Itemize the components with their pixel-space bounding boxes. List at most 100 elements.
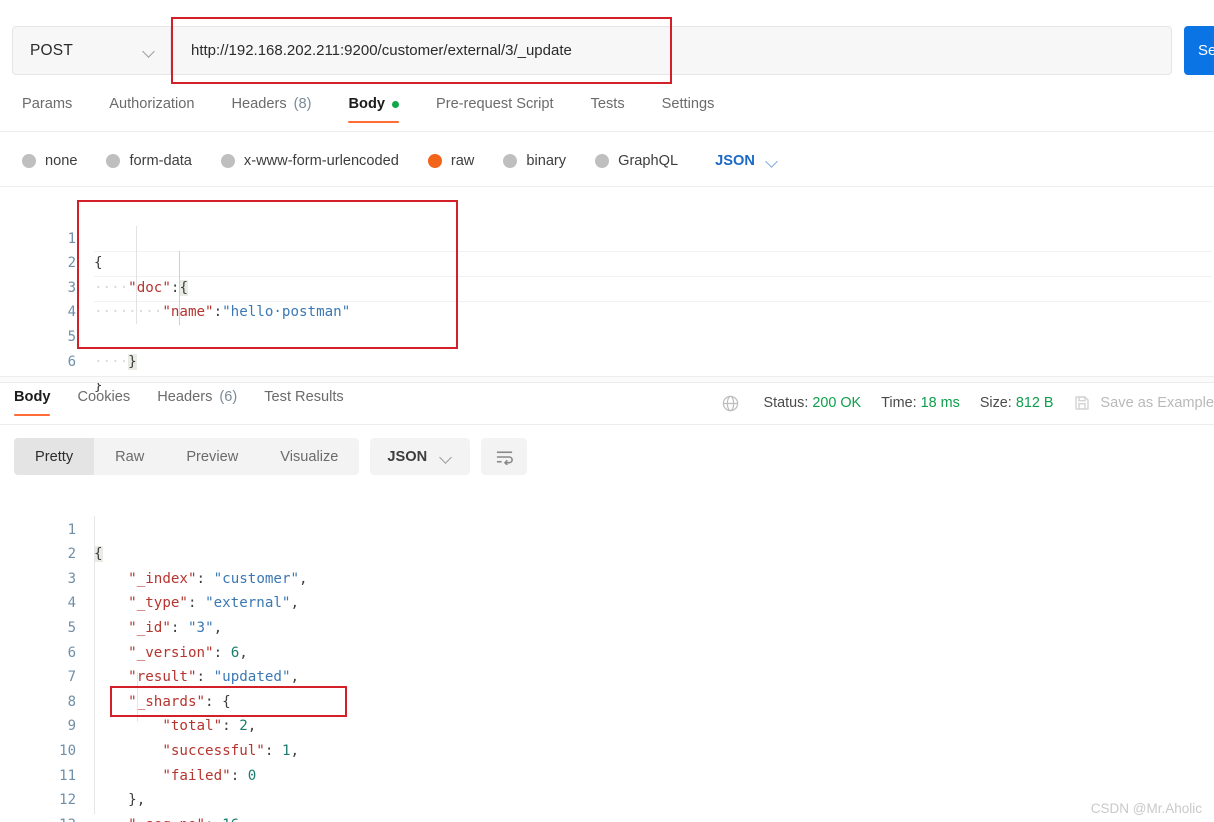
size-value: 812 B <box>1015 395 1054 411</box>
body-type-binary[interactable]: binary <box>503 153 566 169</box>
code-line: 4 <box>32 276 1212 320</box>
response-tab-body[interactable]: Body <box>14 389 51 416</box>
radio-label: raw <box>450 153 475 169</box>
status-badge: Status: 200 OK <box>764 395 862 411</box>
radio-label: x-www-form-urlencoded <box>243 153 399 169</box>
http-method-label: POST <box>30 41 74 59</box>
radio-icon <box>595 154 610 168</box>
tab-label: Settings <box>661 96 715 112</box>
body-type-graphql[interactable]: GraphQL <box>595 153 678 169</box>
tab-label: Params <box>22 96 73 112</box>
body-present-dot-icon <box>391 100 399 108</box>
radio-icon <box>220 154 235 168</box>
tab-params[interactable]: Params <box>22 96 72 123</box>
tab-label: Tests <box>590 96 625 112</box>
word-wrap-button[interactable] <box>481 438 528 475</box>
code-line: 3 "_type": "external", <box>32 542 1212 612</box>
code-line: 9 "successful": 1, <box>32 690 1212 759</box>
code-line: 5 "_version": 6, <box>32 591 1212 661</box>
code-line: 11 }, <box>32 739 1212 809</box>
chevron-down-icon <box>440 453 453 461</box>
body-type-divider <box>0 186 1214 187</box>
body-format-dropdown[interactable]: JSON <box>715 153 779 169</box>
chevron-down-icon <box>766 157 779 165</box>
url-input[interactable] <box>171 27 1171 74</box>
tab-body[interactable]: Body <box>348 96 400 123</box>
line-number: 6 <box>67 353 76 370</box>
response-tabs-divider <box>0 424 1214 425</box>
response-tab-test-results[interactable]: Test Results <box>264 389 343 416</box>
send-button[interactable]: Send <box>1184 26 1214 75</box>
tab-label: Body <box>348 96 385 112</box>
response-tab-headers[interactable]: Headers (6) <box>157 389 237 416</box>
tab-authorization[interactable]: Authorization <box>109 96 194 123</box>
body-type-raw[interactable]: raw <box>427 153 475 169</box>
time-value: 18 ms <box>920 395 960 411</box>
body-type-x-www-form-urlencoded[interactable]: x-www-form-urlencoded <box>220 153 399 169</box>
request-tab-bar: Params Authorization Headers (8) Body Pr… <box>0 96 1214 132</box>
line-number: 13 <box>32 813 76 822</box>
watermark: CSDN @Mr.Aholic <box>1090 801 1202 816</box>
view-mode-pretty[interactable]: Pretty <box>14 438 95 475</box>
response-format-dropdown[interactable]: JSON <box>370 438 471 475</box>
size-badge: Size: 812 B <box>980 395 1054 411</box>
response-pane-divider[interactable] <box>0 376 1214 383</box>
view-mode-raw[interactable]: Raw <box>94 438 165 475</box>
body-type-form-data[interactable]: form-data <box>106 153 192 169</box>
view-mode-visualize[interactable]: Visualize <box>259 438 359 475</box>
tab-label: Headers <box>231 96 287 112</box>
save-as-example-button[interactable]: Save as Example <box>1073 394 1214 412</box>
chevron-down-icon <box>143 47 156 55</box>
code-line: 8 "total": 2, <box>32 665 1212 735</box>
save-as-example-label: Save as Example <box>1100 395 1214 411</box>
radio-label: GraphQL <box>618 153 679 169</box>
tab-tests[interactable]: Tests <box>591 96 625 123</box>
code-line: 1 { <box>32 202 1212 272</box>
code-line: 5 ····} <box>32 300 1212 370</box>
code-line: 6 "result": "updated", <box>32 616 1212 686</box>
tab-settings[interactable]: Settings <box>662 96 715 123</box>
status-label: Status: <box>763 395 809 411</box>
code-line: 13 "_primary_term": 25 <box>32 788 1212 822</box>
tab-label: Body <box>14 389 51 405</box>
tab-count: (6) <box>219 389 238 405</box>
radio-icon <box>503 154 518 168</box>
tab-pre-request-script[interactable]: Pre-request Script <box>436 96 554 123</box>
response-body-viewer[interactable]: 1 { 2 "_index": "customer", 3 "_type": "… <box>32 493 1212 822</box>
globe-icon <box>722 395 738 411</box>
time-badge: Time: 18 ms <box>881 395 960 411</box>
code-line: 10 "failed": 0 <box>32 714 1212 784</box>
radio-selected-icon <box>427 154 442 168</box>
view-mode-preview[interactable]: Preview <box>165 438 259 475</box>
tab-headers[interactable]: Headers (8) <box>231 96 311 123</box>
indent-guide <box>179 251 180 325</box>
request-body-editor[interactable]: 1 { 2 ····"doc":{ 3 ········"name":"hell… <box>32 202 1212 395</box>
radio-icon <box>22 154 36 168</box>
code-line: 1 { <box>32 493 1212 563</box>
view-mode-group: Pretty Raw Preview Visualize <box>14 438 360 475</box>
code-line: 2 ····"doc":{ <box>32 227 1212 296</box>
response-format-label: JSON <box>387 448 428 465</box>
radio-icon <box>106 154 121 168</box>
code-line: 4 "_id": "3", <box>32 567 1212 636</box>
line-content: ····} <box>94 353 137 370</box>
tab-label: Cookies <box>77 389 131 405</box>
time-label: Time: <box>881 395 917 411</box>
radio-label: binary <box>526 153 567 169</box>
body-format-label: JSON <box>715 153 755 169</box>
save-disk-icon <box>1075 396 1090 410</box>
code-line: 2 "_index": "customer", <box>32 518 1212 587</box>
indent-guide <box>137 672 138 722</box>
code-line: 6 } <box>32 325 1212 395</box>
code-line: 3 ········"name":"hello·postman" <box>32 251 1212 321</box>
body-type-none[interactable]: none <box>22 153 77 169</box>
line-content: "_seq_no": 16, <box>94 813 248 822</box>
indent-guide <box>136 226 137 324</box>
response-meta-bar: Status: 200 OK Time: 18 ms Size: 812 B S… <box>721 390 1214 416</box>
code-line: 7 "_shards": { <box>32 641 1212 710</box>
word-wrap-icon <box>496 450 513 465</box>
indent-guide <box>94 516 95 814</box>
tab-label: Test Results <box>264 389 344 405</box>
http-method-dropdown[interactable]: POST <box>13 27 171 74</box>
response-tab-cookies[interactable]: Cookies <box>77 389 130 416</box>
